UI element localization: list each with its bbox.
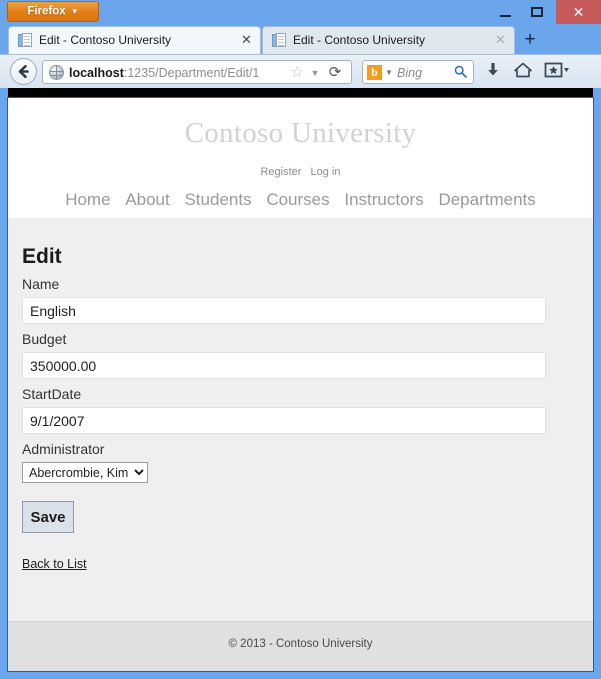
administrator-select[interactable]: Abercrombie, Kim: [22, 462, 148, 483]
tab-strip: Edit - Contoso University ✕ Edit - Conto…: [0, 24, 601, 54]
nav-link-students[interactable]: Students: [184, 190, 251, 209]
save-button[interactable]: Save: [22, 501, 74, 533]
window-close-button[interactable]: ✕: [556, 0, 601, 24]
downloads-button[interactable]: [482, 61, 504, 83]
nav-link-instructors[interactable]: Instructors: [344, 190, 423, 209]
navigation-toolbar: localhost:1235/Department/Edit/1 ☆ ▼ ⟳ b…: [0, 54, 601, 88]
firefox-menu-button[interactable]: Firefox ▼: [7, 1, 99, 22]
field-label-budget: Budget: [22, 331, 67, 347]
copyright-text: © 2013 - Contoso University: [228, 638, 373, 650]
browser-tab-0[interactable]: Edit - Contoso University ✕: [8, 26, 261, 54]
page-title: Edit: [22, 245, 62, 268]
page-top-divider: [8, 88, 593, 98]
startdate-input[interactable]: [22, 407, 546, 434]
close-icon: ✕: [572, 4, 585, 20]
reload-icon[interactable]: ⟳: [326, 64, 344, 82]
site-header: Contoso University Register Log in Home …: [8, 98, 593, 218]
register-link[interactable]: Register: [260, 166, 301, 178]
home-button[interactable]: [512, 61, 534, 83]
firefox-menu-label: Firefox: [27, 5, 66, 18]
page-body: Edit Name Budget StartDate Administrator…: [8, 218, 593, 621]
bookmarks-button[interactable]: [542, 61, 572, 83]
chevron-down-icon[interactable]: ▼: [385, 68, 393, 77]
bing-logo-icon[interactable]: b: [367, 65, 382, 80]
nav-link-about[interactable]: About: [125, 190, 169, 209]
minimize-icon: [499, 15, 511, 17]
download-icon: [488, 63, 498, 76]
window-maximize-button[interactable]: [524, 0, 550, 24]
tab-close-icon[interactable]: ✕: [240, 33, 253, 47]
back-to-list-link[interactable]: Back to List: [22, 557, 87, 571]
tab-close-icon[interactable]: ✕: [494, 33, 507, 47]
search-input-placeholder: Bing: [397, 66, 423, 80]
new-tab-button[interactable]: +: [518, 27, 542, 53]
budget-input[interactable]: [22, 352, 546, 379]
back-arrow-icon: [18, 64, 29, 79]
bookmark-star-icon[interactable]: ☆: [289, 65, 305, 81]
globe-icon: [49, 65, 64, 80]
url-bar[interactable]: localhost:1235/Department/Edit/1 ☆ ▼ ⟳: [42, 60, 352, 84]
main-navigation: Home About Students Courses Instructors …: [8, 190, 593, 210]
name-input[interactable]: [22, 297, 546, 324]
browser-window: Firefox ▼ ✕ Edit - Contoso University ✕ E…: [0, 0, 601, 679]
nav-link-departments[interactable]: Departments: [438, 190, 535, 209]
site-footer: © 2013 - Contoso University: [8, 621, 593, 671]
tab-title: Edit - Contoso University: [293, 33, 426, 47]
edit-form: Edit Name Budget StartDate Administrator…: [22, 218, 562, 573]
tab-title: Edit - Contoso University: [39, 33, 172, 47]
search-bar[interactable]: b ▼ Bing: [362, 60, 474, 84]
back-button[interactable]: [10, 58, 37, 85]
account-links: Register Log in: [8, 166, 593, 178]
field-label-administrator: Administrator: [22, 441, 105, 457]
page-viewport: Contoso University Register Log in Home …: [8, 98, 593, 671]
url-path: :1235/Department/Edit/1: [123, 66, 260, 80]
nav-link-home[interactable]: Home: [65, 190, 110, 209]
search-icon[interactable]: [453, 65, 467, 81]
field-label-startdate: StartDate: [22, 386, 82, 402]
window-minimize-button[interactable]: [492, 0, 518, 24]
url-host: localhost: [69, 66, 124, 80]
maximize-icon: [531, 7, 543, 17]
nav-link-courses[interactable]: Courses: [266, 190, 329, 209]
chevron-down-icon: ▼: [70, 7, 79, 16]
site-brand: Contoso University: [184, 117, 417, 149]
home-icon: [514, 62, 532, 78]
login-link[interactable]: Log in: [311, 166, 341, 178]
field-label-name: Name: [22, 276, 60, 292]
chevron-down-icon[interactable]: ▼: [309, 67, 321, 79]
title-bar: Firefox ▼ ✕: [0, 0, 601, 24]
browser-tab-1[interactable]: Edit - Contoso University ✕: [262, 26, 515, 54]
page-favicon-icon: [272, 33, 286, 48]
bookmarks-icon: [544, 62, 569, 78]
url-text: localhost:1235/Department/Edit/1: [69, 65, 259, 81]
page-favicon-icon: [18, 33, 32, 48]
